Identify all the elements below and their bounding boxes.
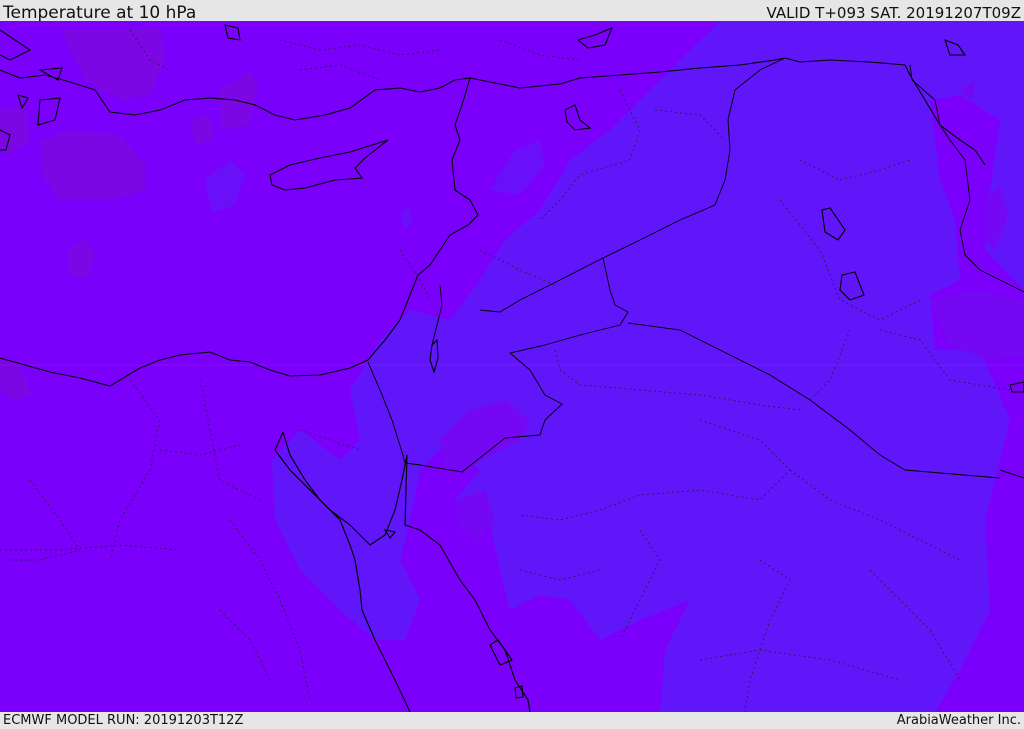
credit-text: ArabiaWeather Inc. [896,713,1021,728]
valid-time: VALID T+093 SAT. 20191207T09Z [766,4,1021,22]
footer-bar: ECMWF MODEL RUN: 20191203T12Z ArabiaWeat… [0,712,1024,729]
map-area [0,21,1024,712]
model-run: ECMWF MODEL RUN: 20191203T12Z [3,713,244,728]
header-bar: Temperature at 10 hPa VALID T+093 SAT. 2… [0,0,1024,23]
temperature-map [0,21,1024,712]
map-title: Temperature at 10 hPa [3,3,197,23]
